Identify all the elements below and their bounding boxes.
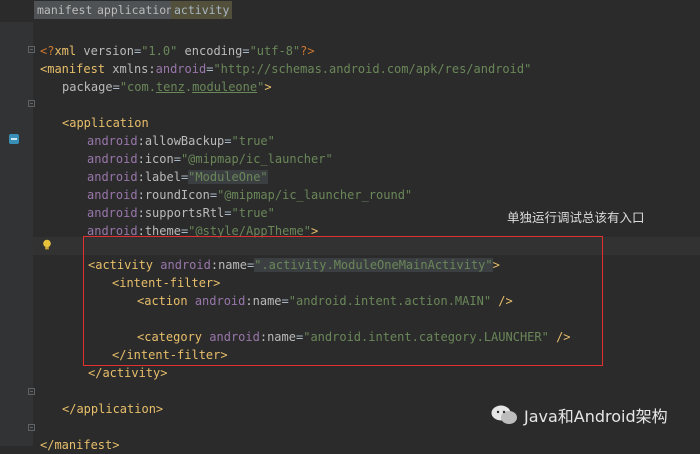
code-line-8[interactable]: android:label="ModuleOne" [87,150,268,184]
fold-marker-icon[interactable] [28,424,35,431]
watermark: Java和Android架构 [490,402,668,428]
code-line-6[interactable]: android:allowBackup="true" [87,114,275,148]
code-token: </activity> [88,366,168,380]
code-token: </manifest> [40,438,120,452]
breadcrumb-item-application[interactable]: application [94,1,177,19]
fold-marker-icon[interactable] [28,388,35,395]
code-token: . [184,80,193,94]
code-line-7[interactable]: android:icon="@mipmap/ic_launcher" [87,132,333,166]
code-token: "com. [119,80,156,94]
code-token: tenz [155,80,185,94]
code-token: > [264,80,272,94]
code-token: = [112,80,120,94]
breadcrumb: manifest application activity [0,0,700,22]
lightbulb-icon[interactable] [42,239,52,251]
code-line-3[interactable]: package="com.tenz.moduleone"> [62,60,272,94]
code-line-11[interactable]: android:theme="@style/AppTheme"> [87,204,318,238]
code-line-9[interactable]: android:roundIcon="@mipmap/ic_launcher_r… [87,168,412,202]
watermark-text: Java和Android架构 [524,407,668,426]
code-line-10[interactable]: android:supportsRtl="true" [87,186,275,220]
code-line-21[interactable]: </application> [62,382,163,416]
android-icon[interactable] [9,134,19,144]
breadcrumb-item-activity[interactable]: activity [171,1,233,19]
code-line-2[interactable]: <manifest xmlns:android="http://schemas.… [40,42,531,76]
code-line-23[interactable]: </manifest> [40,418,119,452]
fold-marker-icon[interactable] [28,46,35,53]
code-line-5[interactable]: <application [62,96,149,130]
code-line-1[interactable]: <?xml version="1.0" encoding="utf-8"?> [40,24,315,58]
highlight-box [83,236,603,366]
code-token: package [62,80,113,94]
fold-marker-icon[interactable] [28,100,35,107]
breadcrumb-item-manifest[interactable]: manifest [34,1,96,19]
wechat-icon [491,405,517,424]
annotation-text: 单独运行调试总该有入口 [507,210,645,225]
code-token: moduleone [192,80,258,94]
editor-gutter[interactable] [0,22,33,446]
code-token: </application> [62,402,164,416]
